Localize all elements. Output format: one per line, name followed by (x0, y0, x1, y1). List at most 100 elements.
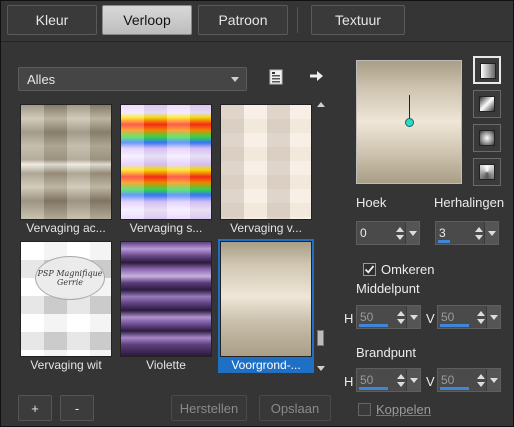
repeats-dropdown[interactable] (484, 222, 498, 244)
center-v-spinner[interactable]: 50 (437, 305, 501, 329)
focal-v-slider-bar (440, 387, 469, 390)
checker-overlay (221, 105, 311, 219)
linear-gradient-style-button[interactable] (473, 56, 501, 84)
focal-v-stepper-arrows[interactable] (475, 369, 486, 391)
tab-patroon[interactable]: Patroon (198, 5, 288, 35)
focal-v-spinner[interactable]: 50 (437, 368, 501, 392)
gradient-angle-handle[interactable] (405, 118, 414, 127)
gradient-caption: Vervaging s... (129, 221, 203, 235)
up-icon (396, 373, 405, 379)
category-dropdown[interactable]: Alles (18, 67, 247, 91)
angle-stepper-arrows[interactable] (394, 222, 405, 244)
focal-h-slider-bar (359, 387, 388, 390)
tab-textuur[interactable]: Textuur (311, 5, 405, 35)
center-v-label: V (426, 311, 435, 326)
link-label[interactable]: Koppelen (376, 402, 431, 417)
center-v-dropdown[interactable] (486, 306, 500, 328)
repeats-spinner[interactable]: 3 (435, 221, 499, 245)
invert-label[interactable]: Omkeren (381, 262, 434, 277)
gradient-caption: Vervaging v... (230, 221, 302, 235)
sunburst-gradient-style-button[interactable] (473, 124, 501, 152)
angle-value: 0 (360, 226, 367, 240)
focal-v-label: V (426, 374, 435, 389)
chevron-down-icon (231, 77, 239, 82)
category-selected-label: Alles (27, 71, 56, 87)
gradient-caption: Violette (146, 358, 186, 372)
focal-h-spinner[interactable]: 50 (356, 368, 421, 392)
center-h-spinner[interactable]: 50 (356, 305, 421, 329)
focal-h-label: H (344, 374, 354, 389)
chevron-down-icon (489, 314, 498, 320)
center-v-stepper-arrows[interactable] (475, 306, 486, 328)
up-icon (395, 226, 404, 232)
rectangular-gradient-style-button[interactable] (473, 90, 501, 118)
radial-gradient-style-button[interactable] (473, 158, 501, 186)
arrow-right-icon[interactable] (307, 67, 325, 85)
gradient-preview (220, 104, 312, 220)
tab-kleur[interactable]: Kleur (7, 5, 97, 35)
watermark-badge: PSP Magnifique Gerrie (35, 256, 105, 300)
center-h-dropdown[interactable] (406, 306, 420, 328)
center-h-label: H (344, 311, 354, 326)
focal-h-value: 50 (360, 373, 374, 387)
link-checkbox[interactable] (358, 403, 371, 416)
remove-gradient-button[interactable]: - (60, 395, 94, 421)
gradient-caption: Vervaging wit (30, 358, 102, 372)
up-icon (396, 310, 405, 316)
repeats-label: Herhalingen (434, 195, 505, 210)
center-v-slider-bar (440, 324, 469, 327)
angle-spinner[interactable]: 0 (356, 221, 420, 245)
gradient-thumb-vervaging-s[interactable]: Vervaging s... (118, 102, 214, 236)
watermark-line1: PSP Magnifique (37, 269, 103, 278)
gradient-caption: Voorgrond-... (231, 358, 301, 372)
tab-divider (1, 41, 514, 42)
checker-overlay (121, 105, 211, 219)
center-h-stepper-arrows[interactable] (395, 306, 406, 328)
gradient-thumb-vervaging-ac[interactable]: Vervaging ac... (18, 102, 114, 236)
down-icon (396, 318, 405, 324)
scroll-down-icon[interactable] (317, 366, 325, 371)
save-button[interactable]: Opslaan (259, 395, 331, 421)
focal-v-value: 50 (441, 373, 455, 387)
gradient-preview-large[interactable] (356, 60, 462, 184)
sunburst-style-icon (479, 130, 495, 146)
gradient-thumb-voorgrond[interactable]: Voorgrond-... (218, 239, 314, 373)
down-icon (476, 318, 485, 324)
tab-separator (297, 7, 298, 33)
chevron-down-icon (489, 377, 498, 383)
center-h-value: 50 (360, 310, 374, 324)
center-h-slider-bar (359, 324, 388, 327)
down-icon (474, 234, 483, 240)
gradient-library-icon[interactable] (267, 68, 285, 86)
focal-h-dropdown[interactable] (406, 369, 420, 391)
scroll-up-icon[interactable] (317, 102, 325, 107)
angle-dropdown[interactable] (405, 222, 419, 244)
focal-label: Brandpunt (356, 345, 416, 360)
chevron-down-icon (408, 230, 417, 236)
checkmark-icon (364, 265, 375, 274)
angle-label: Hoek (356, 195, 387, 210)
gradient-thumb-vervaging-v[interactable]: Vervaging v... (218, 102, 314, 236)
invert-checkbox[interactable] (363, 263, 376, 276)
chevron-down-icon (487, 230, 496, 236)
focal-h-stepper-arrows[interactable] (395, 369, 406, 391)
up-icon (476, 310, 485, 316)
scroll-thumb[interactable] (317, 330, 324, 346)
down-icon (396, 381, 405, 387)
repeats-value: 3 (439, 226, 446, 240)
center-label: Middelpunt (356, 281, 420, 296)
gradient-preview (120, 104, 212, 220)
up-icon (476, 373, 485, 379)
material-properties-panel: Kleur Verloop Patroon Textuur Alles Verv… (0, 0, 514, 427)
add-gradient-button[interactable]: + (18, 395, 52, 421)
repeats-stepper-arrows[interactable] (473, 222, 484, 244)
tab-verloop[interactable]: Verloop (102, 5, 192, 35)
gradient-caption: Vervaging ac... (26, 221, 106, 235)
gradient-scrollbar[interactable] (317, 102, 326, 374)
down-icon (476, 381, 485, 387)
radial-style-icon (479, 164, 495, 180)
gradient-thumb-violette[interactable]: Violette (118, 239, 214, 373)
reset-button[interactable]: Herstellen (171, 395, 247, 421)
gradient-thumb-vervaging-wit[interactable]: PSP Magnifique Gerrie Vervaging wit (18, 239, 114, 373)
focal-v-dropdown[interactable] (486, 369, 500, 391)
